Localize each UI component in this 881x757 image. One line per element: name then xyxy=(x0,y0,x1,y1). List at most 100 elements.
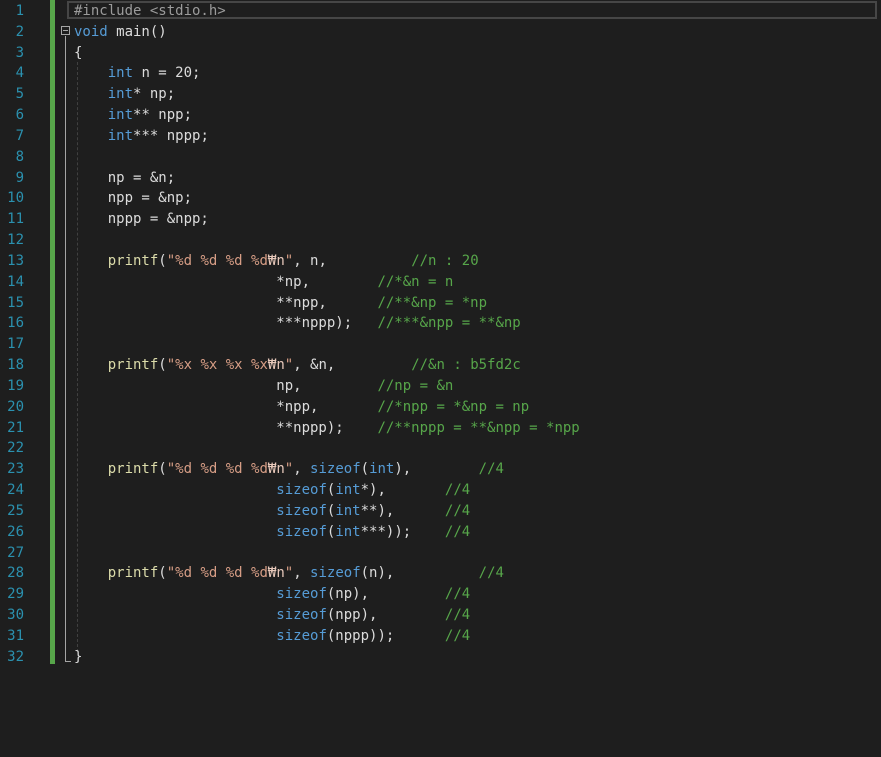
code-token: //n : 20 xyxy=(411,252,479,269)
code-line[interactable]: sizeof(np), //4 xyxy=(74,584,470,605)
code-token: printf xyxy=(107,565,159,582)
code-line[interactable]: sizeof(int*), //4 xyxy=(74,480,470,501)
code-token: //4 xyxy=(444,607,471,624)
code-token: //***&npp = **&np xyxy=(377,315,521,332)
line-number-gutter: 1 2 3 4 5 6 7 8 9 10 11 12 13 14 15 16 17 18 19 20 21 22 23 24 2… xyxy=(0,0,50,757)
line-number: 28 xyxy=(7,565,24,582)
line-number: 12 xyxy=(7,232,24,249)
code-line[interactable]: sizeof(int***)); //4 xyxy=(74,522,470,543)
change-tracking-bar xyxy=(50,0,55,664)
code-line[interactable]: int** npp; xyxy=(74,105,192,126)
code-token: int xyxy=(369,461,395,478)
line-number: 32 xyxy=(7,648,24,665)
code-line[interactable]: sizeof(int**), //4 xyxy=(74,501,470,522)
code-line[interactable]: nppp = &npp; xyxy=(74,209,209,230)
line-number: 27 xyxy=(7,544,24,561)
code-token: //4 xyxy=(444,586,471,603)
line-number: 9 xyxy=(15,169,24,186)
code-editor[interactable]: 1 2 3 4 5 6 7 8 9 10 11 12 13 14 15 16 17 18 19 20 21 22 23 24 2… xyxy=(0,0,881,757)
code-line[interactable]: **nppp); //**nppp = **&npp = *npp xyxy=(74,418,579,439)
line-number: 20 xyxy=(7,398,24,415)
code-token: "%x %x %x %x xyxy=(166,357,268,374)
code-line[interactable]: int* np; xyxy=(74,84,175,105)
code-token: int xyxy=(335,523,361,540)
code-token: *** nppp; xyxy=(133,127,209,144)
code-token: int xyxy=(335,502,361,519)
code-line[interactable]: printf("%d %d %d %d₩n", n, //n : 20 xyxy=(74,251,479,272)
code-token: *np, xyxy=(74,273,378,290)
line-number: 22 xyxy=(7,440,24,457)
code-line[interactable]: *npp, //*npp = *&np = np xyxy=(74,397,529,418)
line-number: 25 xyxy=(7,502,24,519)
code-line[interactable]: int n = 20; xyxy=(74,63,201,84)
code-line[interactable]: printf("%x %x %x %x₩n", &n, //&n : b5fd2… xyxy=(74,355,521,376)
code-token: np, xyxy=(74,377,378,394)
code-token: ***)); xyxy=(360,523,445,540)
code-token: ( xyxy=(158,461,167,478)
code-line[interactable]: npp = &np; xyxy=(74,188,192,209)
code-token: ( xyxy=(158,357,167,374)
code-token: int xyxy=(107,127,134,144)
line-number: 13 xyxy=(7,252,24,269)
line-number: 5 xyxy=(15,86,24,103)
code-token: n = 20; xyxy=(133,65,201,82)
code-token: #include <stdio.h> xyxy=(74,3,226,19)
code-token: ₩n xyxy=(267,252,285,269)
code-token: (n), xyxy=(360,565,479,582)
code-line[interactable]: **npp, //**&np = *np xyxy=(74,293,487,314)
line-number: 23 xyxy=(7,461,24,478)
code-line[interactable]: np = &n; xyxy=(74,168,175,189)
code-token: //**&np = *np xyxy=(377,294,488,311)
line-number: 6 xyxy=(15,107,24,124)
code-line[interactable]: #include <stdio.h> xyxy=(74,1,226,22)
code-token: } xyxy=(74,648,83,665)
code-line[interactable]: void main() xyxy=(74,22,167,43)
code-token: ***nppp); xyxy=(74,315,378,332)
line-number: 30 xyxy=(7,607,24,624)
code-line[interactable]: np, //np = &n xyxy=(74,376,453,397)
line-number: 18 xyxy=(7,357,24,374)
code-line[interactable]: sizeof(nppp)); //4 xyxy=(74,626,470,647)
code-token: //4 xyxy=(444,627,471,644)
code-token: " xyxy=(284,252,294,269)
code-line[interactable]: ***nppp); //***&npp = **&np xyxy=(74,313,521,334)
code-token: printf xyxy=(107,461,159,478)
code-token: " xyxy=(284,357,294,374)
code-token: nppp = &npp; xyxy=(74,211,209,228)
line-number: 21 xyxy=(7,419,24,436)
code-token: //4 xyxy=(444,502,471,519)
code-token: ₩n xyxy=(267,357,285,374)
code-line[interactable]: int*** nppp; xyxy=(74,126,209,147)
code-line[interactable]: } xyxy=(74,647,82,668)
code-token: "%d %d %d %d xyxy=(166,252,268,269)
code-token: **nppp); xyxy=(74,419,378,436)
code-line[interactable]: printf("%d %d %d %d₩n", sizeof(n), //4 xyxy=(74,563,504,584)
line-number: 26 xyxy=(7,523,24,540)
code-line[interactable]: { xyxy=(74,43,82,64)
line-number: 1 xyxy=(15,3,24,19)
code-line[interactable]: printf("%d %d %d %d₩n", sizeof(int), //4 xyxy=(74,459,504,480)
line-number: 17 xyxy=(7,336,24,353)
code-line[interactable]: sizeof(npp), //4 xyxy=(74,605,470,626)
code-token: sizeof xyxy=(276,607,327,624)
code-token: //*&n = n xyxy=(377,273,454,290)
line-number: 7 xyxy=(15,127,24,144)
code-token: //4 xyxy=(444,523,471,540)
code-token: sizeof xyxy=(276,627,327,644)
code-token: void xyxy=(74,23,108,40)
code-line[interactable]: *np, //*&n = n xyxy=(74,272,453,293)
line-number: 2 xyxy=(15,23,24,40)
code-token: * np; xyxy=(133,86,176,103)
code-token: ₩n xyxy=(267,461,285,478)
code-area[interactable]: #include <stdio.h> void main(){ int n = 2… xyxy=(56,0,881,757)
